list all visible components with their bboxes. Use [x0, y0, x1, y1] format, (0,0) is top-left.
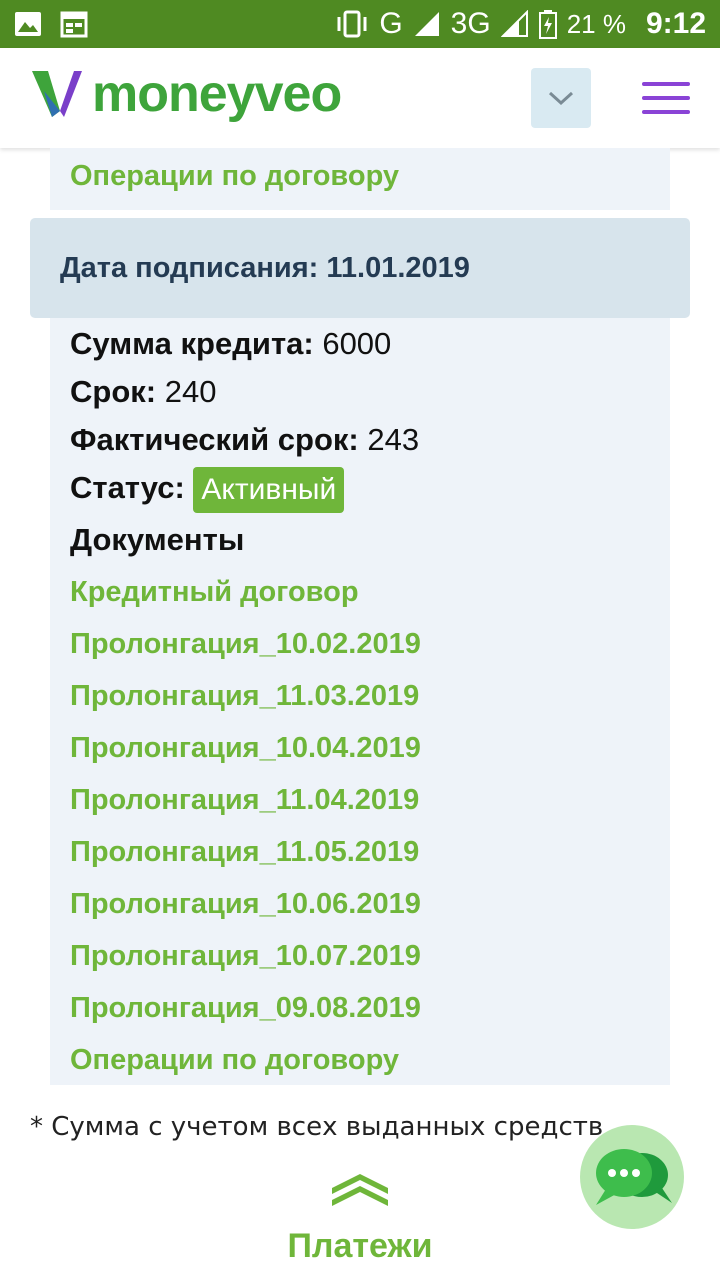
contract-operations-link[interactable]: Операции по договору [70, 1036, 650, 1088]
vibrate-icon [337, 10, 367, 38]
document-link[interactable]: Пролонгация_11.04.2019 [70, 776, 650, 828]
chat-bubbles-icon [596, 1149, 672, 1205]
document-link[interactable]: Пролонгация_09.08.2019 [70, 984, 650, 1036]
contract-details: Сумма кредита: 6000 Срок: 240 Фактически… [50, 318, 670, 1085]
status-row: Статус: Активный [70, 466, 650, 516]
battery-icon [538, 10, 557, 39]
previous-contract-card: Операции по договору [50, 148, 670, 210]
brand-name: moneyveo [92, 65, 342, 123]
amount-label: Сумма кредита: [70, 326, 314, 361]
actual-term-row: Фактический срок: 243 [70, 418, 650, 466]
documents-title: Документы [70, 522, 245, 557]
double-chevron-up-icon [332, 1174, 388, 1206]
term-label: Срок: [70, 374, 157, 409]
chevron-down-icon [548, 91, 574, 106]
signal-icon [414, 12, 439, 36]
status-bar: G 3G 21 % 9:12 [0, 0, 720, 48]
payments-label[interactable]: Платежи [0, 1227, 720, 1266]
document-link[interactable]: Пролонгация_10.04.2019 [70, 724, 650, 776]
logo-mark-icon [32, 71, 82, 117]
document-link[interactable]: Пролонгация_10.06.2019 [70, 880, 650, 932]
document-link[interactable]: Пролонгация_11.05.2019 [70, 828, 650, 880]
clock: 9:12 [645, 7, 706, 40]
battery-percent: 21 % [566, 8, 626, 39]
actual-term-label: Фактический срок: [70, 422, 359, 457]
document-link[interactable]: Пролонгация_10.02.2019 [70, 620, 650, 672]
term-value: 240 [164, 374, 217, 409]
image-icon [15, 12, 41, 36]
actual-term-value: 243 [367, 422, 420, 457]
amount-value: 6000 [322, 326, 392, 361]
moneyveo-logo[interactable]: moneyveo [30, 65, 342, 123]
document-link[interactable]: Пролонгация_11.03.2019 [70, 672, 650, 724]
documents-list: Кредитный договор Пролонгация_10.02.2019… [70, 568, 650, 1036]
app-header: moneyveo [0, 48, 720, 148]
term-row: Срок: 240 [70, 370, 650, 418]
network-type: G [379, 7, 403, 40]
document-link[interactable]: Кредитный договор [70, 568, 650, 620]
document-link[interactable]: Пролонгация_10.07.2019 [70, 932, 650, 984]
status-badge: Активный [193, 466, 345, 513]
amount-row: Сумма кредита: 6000 [70, 322, 650, 370]
calendar-icon [60, 11, 88, 38]
chat-button[interactable] [580, 1125, 684, 1229]
status-label: Статус: [70, 470, 185, 505]
network-type-3g: 3G [450, 7, 491, 40]
signal-icon [500, 10, 528, 37]
contract-date-header[interactable]: Дата подписания: 11.01.2019 [30, 218, 690, 318]
amount-footnote: * Сумма с учетом всех выданных средств [30, 1112, 604, 1142]
hamburger-menu-icon[interactable] [642, 82, 690, 114]
date-label: Дата подписания: [60, 251, 319, 284]
date-value: 11.01.2019 [326, 251, 470, 284]
previous-operations-link[interactable]: Операции по договору [70, 160, 399, 193]
account-dropdown-button[interactable] [531, 68, 591, 128]
